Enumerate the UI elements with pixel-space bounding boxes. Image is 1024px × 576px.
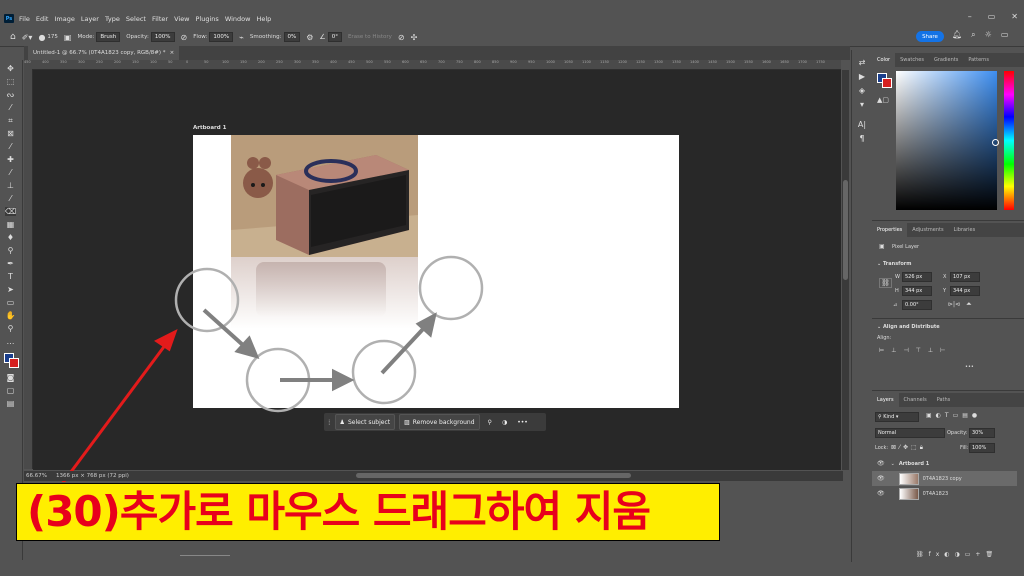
zoom-level[interactable]: 66.67%: [26, 473, 50, 479]
taskbar-more-icon[interactable]: •••: [517, 419, 528, 426]
remove-background-icon: ▨: [404, 418, 410, 426]
layer-filter-icons[interactable]: ▣◐T▭▤●: [926, 412, 981, 419]
layer-name: Artboard 1: [898, 460, 930, 467]
photoshop-window: Ps File Edit Image Layer Type Select Fil…: [0, 0, 1024, 576]
x-label: X: [943, 274, 947, 280]
drag-circle-1: [174, 267, 240, 333]
play-actions-icon[interactable]: ▶: [857, 72, 867, 81]
tab-layers[interactable]: Layers: [872, 393, 899, 407]
vertical-scrollbar[interactable]: [842, 70, 849, 470]
tab-libraries[interactable]: Libraries: [949, 227, 981, 233]
layer-thumbnail: [898, 487, 919, 500]
comments-icon[interactable]: ▾: [857, 100, 867, 109]
panel-icon-dock: ⇄ ▶ ◈ ▾ A| ¶: [851, 50, 873, 562]
lock-label: Lock:: [875, 445, 889, 451]
layer-row-copy[interactable]: 👁︎ 0T4A1823 copy: [872, 471, 1017, 486]
drag-circle-4: [418, 255, 484, 321]
layer-kind-filter[interactable]: ⚲ Kind ▾: [875, 412, 919, 422]
caption-text: (30)추가로 마우스 드래그하여 지움: [27, 487, 651, 536]
transform-label: Transform: [882, 261, 912, 267]
remove-background-button[interactable]: ▨ Remove background: [399, 414, 480, 430]
layer-name: 0T4A1823: [922, 490, 949, 497]
out-of-gamut-icon: ▲▢: [877, 96, 889, 104]
taskbar-grip-icon[interactable]: ⁞: [328, 418, 331, 427]
panel-divider: [872, 220, 1024, 221]
pixel-layer-icon: ▣: [879, 243, 885, 250]
color-picker-cursor[interactable]: [992, 139, 999, 146]
panel-divider-2: [872, 318, 1024, 319]
libraries-icon[interactable]: ⇄: [857, 58, 867, 67]
transform-icon[interactable]: ⚲: [488, 419, 492, 426]
tab-paths[interactable]: Paths: [932, 397, 956, 403]
y-input[interactable]: 344 px: [950, 286, 980, 296]
fill-label: Fill:: [960, 445, 969, 451]
horizontal-scrollbar[interactable]: [356, 473, 631, 478]
remove-background-label: Remove background: [412, 418, 475, 426]
x-input[interactable]: 107 px: [950, 272, 980, 282]
kind-label: Kind: [883, 414, 895, 420]
tab-swatches[interactable]: Swatches: [895, 57, 929, 63]
align-label: Align and Distribute: [882, 324, 940, 330]
height-input[interactable]: 344 px: [902, 286, 932, 296]
tab-channels[interactable]: Channels: [899, 397, 932, 403]
pixel-layer-label: Pixel Layer: [892, 244, 920, 250]
character-icon[interactable]: A|: [857, 120, 867, 129]
expand-chevron-icon[interactable]: ⌄: [891, 461, 895, 467]
tutorial-caption: (30)추가로 마우스 드래그하여 지움: [16, 483, 720, 541]
layer-thumbnail: [898, 472, 919, 485]
panel-divider-3: [872, 390, 1024, 391]
w-label: W: [895, 274, 900, 280]
tab-color[interactable]: Color: [872, 53, 896, 67]
history-icon[interactable]: ◈: [857, 86, 867, 95]
align-more[interactable]: •••: [965, 364, 974, 370]
transform-section-title[interactable]: ⌄ Transform: [877, 261, 911, 267]
color-panel-tabs: Color Swatches Gradients Patterns: [872, 53, 1024, 67]
layer-actions-icons[interactable]: ⛓fx◐◑▭+🗑︎: [916, 551, 998, 558]
tab-adjustments[interactable]: Adjustments: [907, 227, 948, 233]
link-dimensions-icon[interactable]: ⛓: [879, 278, 892, 288]
tab-properties[interactable]: Properties: [872, 223, 908, 237]
select-subject-button[interactable]: ♟ Select subject: [334, 414, 396, 430]
select-subject-icon: ♟: [339, 418, 345, 426]
rotation-input[interactable]: 0.00°: [902, 300, 932, 310]
layer-row-original[interactable]: 👁︎ 0T4A1823: [872, 486, 1017, 501]
red-pointer-arrow: [60, 328, 178, 485]
tab-patterns[interactable]: Patterns: [963, 57, 994, 63]
lower-panel-slider[interactable]: [180, 555, 230, 556]
y-label: Y: [943, 288, 947, 294]
layer-opacity-input[interactable]: 30%: [969, 428, 995, 438]
layers-panel-tabs: Layers Channels Paths: [872, 393, 1024, 407]
layer-opacity-label: Opacity:: [947, 430, 968, 436]
h-label: H: [895, 288, 899, 294]
visibility-eye-icon[interactable]: 👁︎: [877, 460, 885, 467]
visibility-eye-icon[interactable]: 👁︎: [877, 490, 885, 497]
adjustment-icon[interactable]: ◑: [502, 419, 507, 426]
color-background-swatch[interactable]: [882, 78, 892, 88]
layer-row-artboard[interactable]: 👁︎ ⌄ Artboard 1: [872, 456, 1017, 471]
align-sub-label: Align:: [877, 335, 892, 341]
tab-gradients[interactable]: Gradients: [929, 57, 963, 63]
vertical-scroll-thumb[interactable]: [843, 180, 848, 280]
angle-icon-small: ⊿: [893, 302, 898, 308]
visibility-eye-icon[interactable]: 👁︎: [877, 475, 885, 482]
align-section-title[interactable]: ⌄ Align and Distribute: [877, 324, 940, 330]
contextual-taskbar: ⁞ ♟ Select subject ▨ Remove background ⚲ ◑…: [324, 413, 546, 431]
select-subject-label: Select subject: [347, 418, 391, 426]
hue-slider[interactable]: [1004, 71, 1014, 210]
width-input[interactable]: 526 px: [902, 272, 932, 282]
lock-icons[interactable]: ⊠⁄✥⬚🔒︎: [891, 444, 926, 452]
properties-panel-tabs: Properties Adjustments Libraries: [872, 223, 1024, 237]
flip-horizontal-icon[interactable]: ⊳|⊲: [948, 301, 960, 308]
flip-vertical-icon[interactable]: ⏶: [966, 300, 972, 309]
layer-name: 0T4A1823 copy: [922, 475, 962, 482]
align-buttons[interactable]: ⊨⊥⊣⊤⊥⊢: [879, 347, 952, 354]
color-picker-field[interactable]: [896, 71, 997, 210]
paragraph-icon[interactable]: ¶: [857, 134, 867, 143]
fill-input[interactable]: 100%: [969, 443, 995, 453]
blend-mode-select[interactable]: Normal: [875, 428, 945, 438]
drag-arrows: [202, 308, 437, 392]
document-info[interactable]: 1366 px × 768 px (72 ppi): [56, 473, 129, 479]
